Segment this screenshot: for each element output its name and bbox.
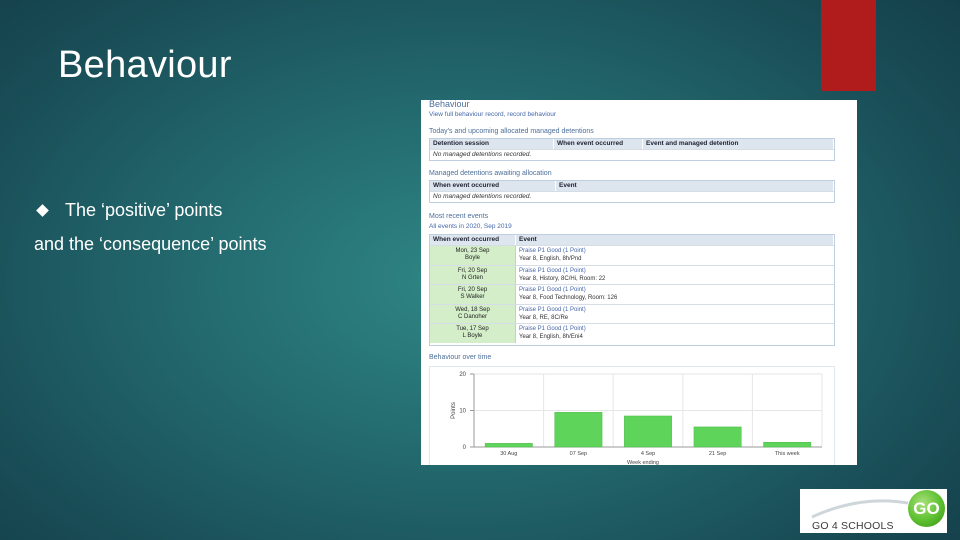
y-tick-label: 10 [459, 409, 466, 415]
event-date: Fri, 20 Sep [457, 267, 488, 274]
column-header: When event occurred [554, 139, 643, 149]
event-staff: C Danoher [457, 313, 487, 320]
behaviour-chart: 0 10 20 30 Aug 07 Sep 4 Sep 21 Sep This week Poi… [429, 366, 835, 465]
y-tick-label: 20 [459, 372, 466, 378]
event-date: Mon, 23 Sep [455, 248, 490, 254]
event-detail: Year 8, English, 8h/Pnd [519, 256, 582, 262]
event-when: Tue, 17 Sep L Boyle [430, 324, 516, 343]
logo-text: GO 4 SCHOOLS [812, 520, 894, 532]
event-date: Wed, 18 Sep [455, 306, 490, 313]
event-detail: Year 8, History, 8C/Hi, Room: 22 [519, 275, 606, 282]
bullet-item: The ‘positive’ points [36, 200, 222, 221]
awaiting-detentions-heading: Managed detentions awaiting allocation [429, 170, 552, 177]
event-when: Mon, 23 Sep Boyle [430, 246, 516, 265]
event-detail: Year 8, English, 8h/Eni4 [519, 334, 583, 340]
table-row: No managed detentions recorded. [430, 149, 834, 160]
bar [763, 442, 812, 448]
behaviour-over-time-heading: Behaviour over time [429, 354, 492, 361]
x-tick-label: 30 Aug [500, 451, 517, 457]
event-row: Wed, 18 Sep C Danoher Praise P1 Good (1 Po… [430, 303, 834, 324]
event-staff: L Boyle [462, 333, 483, 339]
event-detail-cell: Praise P1 Good (1 Point) Year 8, English,… [516, 246, 834, 265]
event-when: Fri, 20 Sep N Grten [430, 265, 516, 284]
body-text-line: and the ‘consequence’ points [34, 234, 267, 254]
column-header: Event [556, 181, 834, 191]
bar-chart: 0 10 20 30 Aug 07 Sep 4 Sep 21 Sep This week Poi… [451, 372, 823, 465]
event-staff: S Walker [460, 294, 485, 300]
logo-swoosh-icon [811, 499, 909, 519]
event-detail-cell: Praise P1 Good (1 Point) Year 8, History,… [516, 266, 834, 285]
event-row: Fri, 20 Sep S Walker Praise P1 Good (1 Poi… [430, 284, 834, 304]
today-detentions-table: Detention session When event occurred Ev… [429, 138, 835, 161]
behaviour-heading: Behaviour [429, 100, 470, 109]
y-axis-label: Points [451, 402, 457, 419]
x-tick-label: 21 Sep [709, 451, 726, 457]
bar [693, 426, 742, 448]
slide-title: Behaviour [58, 44, 232, 86]
logo-go-badge: GO [908, 490, 945, 527]
empty-message: No managed detentions recorded. [433, 151, 532, 158]
event-detail: Year 8, Food Technology, Room: 126 [519, 295, 618, 301]
column-header: Event and managed detention [643, 139, 834, 149]
event-staff: Boyle [464, 255, 480, 261]
column-header: Event [516, 235, 834, 245]
recent-events-heading: Most recent events [429, 213, 489, 220]
event-detail-cell: Praise P1 Good (1 Point) Year 8, English,… [516, 324, 834, 343]
event-title-link[interactable]: Praise P1 Good (1 Point) [519, 267, 831, 275]
diamond-bullet-icon [36, 204, 49, 217]
event-title-link[interactable]: Praise P1 Good (1 Point) [519, 286, 831, 294]
x-tick-label: 07 Sep [570, 451, 587, 457]
event-date: Fri, 20 Sep [457, 287, 488, 293]
column-header: When event occurred [430, 235, 516, 245]
view-full-record-link[interactable]: View full behaviour record, record behav… [429, 111, 556, 118]
event-detail-cell: Praise P1 Good (1 Point) Year 8, Food Tec… [516, 285, 834, 304]
x-axis-label: Week ending [627, 460, 659, 465]
event-detail-cell: Praise P1 Good (1 Point) Year 8, RE, 8C/R… [516, 305, 834, 324]
go4schools-logo: GO 4 SCHOOLS GO [800, 489, 947, 533]
bar [624, 415, 672, 448]
bullet-text: The ‘positive’ points [65, 200, 223, 220]
bar [554, 412, 603, 448]
y-tick-label: 0 [463, 445, 467, 451]
event-title-link[interactable]: Praise P1 Good (1 Point) [519, 306, 831, 314]
awaiting-detentions-table: When event occurred Event No managed det… [429, 180, 835, 203]
today-detentions-heading: Today's and upcoming allocated managed d… [429, 128, 594, 135]
event-date: Tue, 17 Sep [456, 326, 489, 332]
table-header: Detention session When event occurred Ev… [430, 139, 834, 149]
column-header: When event occurred [430, 181, 556, 191]
behaviour-screenshot: Behaviour View full behaviour record, re… [421, 100, 857, 465]
event-row: Tue, 17 Sep L Boyle Praise P1 Good (1 Poin… [430, 323, 834, 343]
event-when: Wed, 18 Sep C Danoher [430, 304, 516, 323]
empty-message: No managed detentions recorded. [433, 193, 532, 200]
events-list: Mon, 23 Sep Boyle Praise P1 Good (1 Point)… [430, 245, 834, 343]
event-row: Fri, 20 Sep N Grten Praise P1 Good (1 Poin… [430, 264, 834, 285]
event-staff: N Grten [461, 274, 483, 281]
event-detail: Year 8, RE, 8C/Re [519, 314, 569, 321]
table-header: When event occurred Event [430, 181, 834, 191]
column-header: Detention session [430, 139, 554, 149]
recent-events-table: When event occurred Event Mon, 23 Sep Boy… [429, 234, 835, 346]
x-tick-label: 4 Sep [641, 451, 655, 457]
bar [484, 443, 533, 448]
table-row: No managed detentions recorded. [430, 191, 834, 202]
table-header: When event occurred Event [430, 235, 834, 245]
event-when: Fri, 20 Sep S Walker [430, 285, 516, 304]
x-tick-label: This week [775, 451, 800, 457]
event-title-link[interactable]: Praise P1 Good (1 Point) [519, 247, 831, 255]
event-title-link[interactable]: Praise P1 Good (1 Point) [519, 325, 831, 333]
red-accent-tab [821, 0, 876, 91]
event-row: Mon, 23 Sep Boyle Praise P1 Good (1 Point)… [430, 245, 834, 265]
all-events-link[interactable]: All events in 2020, Sep 2019 [429, 223, 512, 230]
